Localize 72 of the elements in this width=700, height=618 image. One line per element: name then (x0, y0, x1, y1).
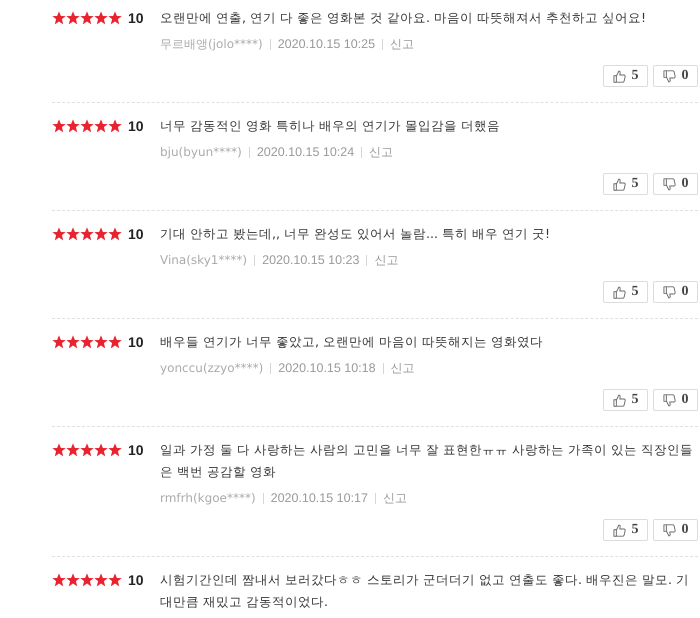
thumbs-down-icon (662, 286, 676, 298)
star-icon (108, 573, 122, 587)
star-icon (80, 11, 94, 25)
thumbs-up-icon (612, 178, 626, 190)
rating-score: 10 (128, 9, 144, 28)
star-icon (108, 227, 122, 241)
thumbs-up-icon (612, 70, 626, 82)
review-date: 2020.10.15 10:17 (270, 491, 368, 505)
review-date: 2020.10.15 10:25 (278, 37, 376, 51)
star-icon (94, 335, 108, 349)
thumbs-up-icon (612, 524, 626, 536)
review-text: 일과 가정 둘 다 사랑하는 사람의 고민을 너무 잘 표현한ㅠㅠ 사랑하는 가족이 있는 직장인들은 백번 공감할 영화 (160, 441, 694, 481)
dislike-button[interactable]: 0 (653, 173, 698, 195)
star-icon (52, 227, 66, 241)
review-text: 오랜만에 연출, 연기 다 좋은 영화본 것 같아요. 마음이 따뜻해져서 추천하고 싶어요! (160, 9, 648, 27)
like-button[interactable]: 5 (603, 519, 648, 541)
dislike-button[interactable]: 0 (653, 65, 698, 87)
like-button[interactable]: 5 (603, 389, 648, 411)
star-icon (108, 443, 122, 457)
star-icon (52, 573, 66, 587)
thumbs-down-icon (662, 524, 676, 536)
rating-score: 10 (128, 571, 144, 590)
dislike-button[interactable]: 0 (653, 281, 698, 303)
star-icon (108, 11, 122, 25)
dislike-button[interactable]: 0 (653, 519, 698, 541)
star-icon (108, 335, 122, 349)
review-date: 2020.10.15 10:23 (262, 253, 360, 267)
star-icon (80, 443, 94, 457)
star-icon (94, 573, 108, 587)
thumbs-up-icon (612, 394, 626, 406)
star-icon (66, 443, 80, 457)
star-icon (80, 227, 94, 241)
star-icon (66, 227, 80, 241)
star-icon (80, 119, 94, 133)
like-button[interactable]: 5 (603, 281, 648, 303)
star-icon (94, 227, 108, 241)
star-icon (108, 119, 122, 133)
reviewer-name: yonccu(zzyo****) (160, 361, 264, 375)
star-icon (66, 573, 80, 587)
rating-score: 10 (128, 225, 144, 244)
star-icon (52, 335, 66, 349)
star-icon (52, 11, 66, 25)
rating-score: 10 (128, 333, 144, 352)
rating-score: 10 (128, 117, 144, 136)
star-icon (52, 443, 66, 457)
thumbs-down-icon (662, 70, 676, 82)
star-icon (94, 443, 108, 457)
star-icon (66, 335, 80, 349)
review-date: 2020.10.15 10:24 (256, 145, 354, 159)
thumbs-up-icon (612, 286, 626, 298)
like-button[interactable]: 5 (603, 173, 648, 195)
star-icon (66, 11, 80, 25)
like-button[interactable]: 5 (603, 65, 648, 87)
reviewer-name: Vina(sky1****) (160, 253, 248, 267)
review-text: 시험기간인데 짬내서 보러갔다ㅎㅎ 스토리가 군더더기 없고 연출도 좋다. 배우진은 말모. 기대만큼 재밌고 감동적이었다. (160, 571, 690, 611)
star-icon (94, 119, 108, 133)
star-icon (80, 335, 94, 349)
thumbs-down-icon (662, 394, 676, 406)
review-text: 기대 안하고 봤는데,, 너무 완성도 있어서 놀람... 특히 배우 연기 굿! (160, 225, 552, 243)
thumbs-down-icon (662, 178, 676, 190)
dislike-button[interactable]: 0 (653, 389, 698, 411)
star-icon (52, 119, 66, 133)
review-text: 배우들 연기가 너무 좋았고, 오랜만에 마음이 따뜻해지는 영화였다 (160, 333, 544, 351)
reviewer-name: rmfrh(kgoe****) (160, 491, 256, 505)
star-icon (80, 573, 94, 587)
star-icon (66, 119, 80, 133)
review-text: 너무 감동적인 영화 특히나 배우의 연기가 몰입감을 더했음 (160, 117, 502, 135)
review-date: 2020.10.15 10:18 (278, 361, 376, 375)
reviewer-name: bju(byun****) (160, 145, 242, 159)
rating-score: 10 (128, 441, 144, 460)
star-icon (94, 11, 108, 25)
reviewer-name: 무르배앵(jolo****) (160, 36, 263, 52)
